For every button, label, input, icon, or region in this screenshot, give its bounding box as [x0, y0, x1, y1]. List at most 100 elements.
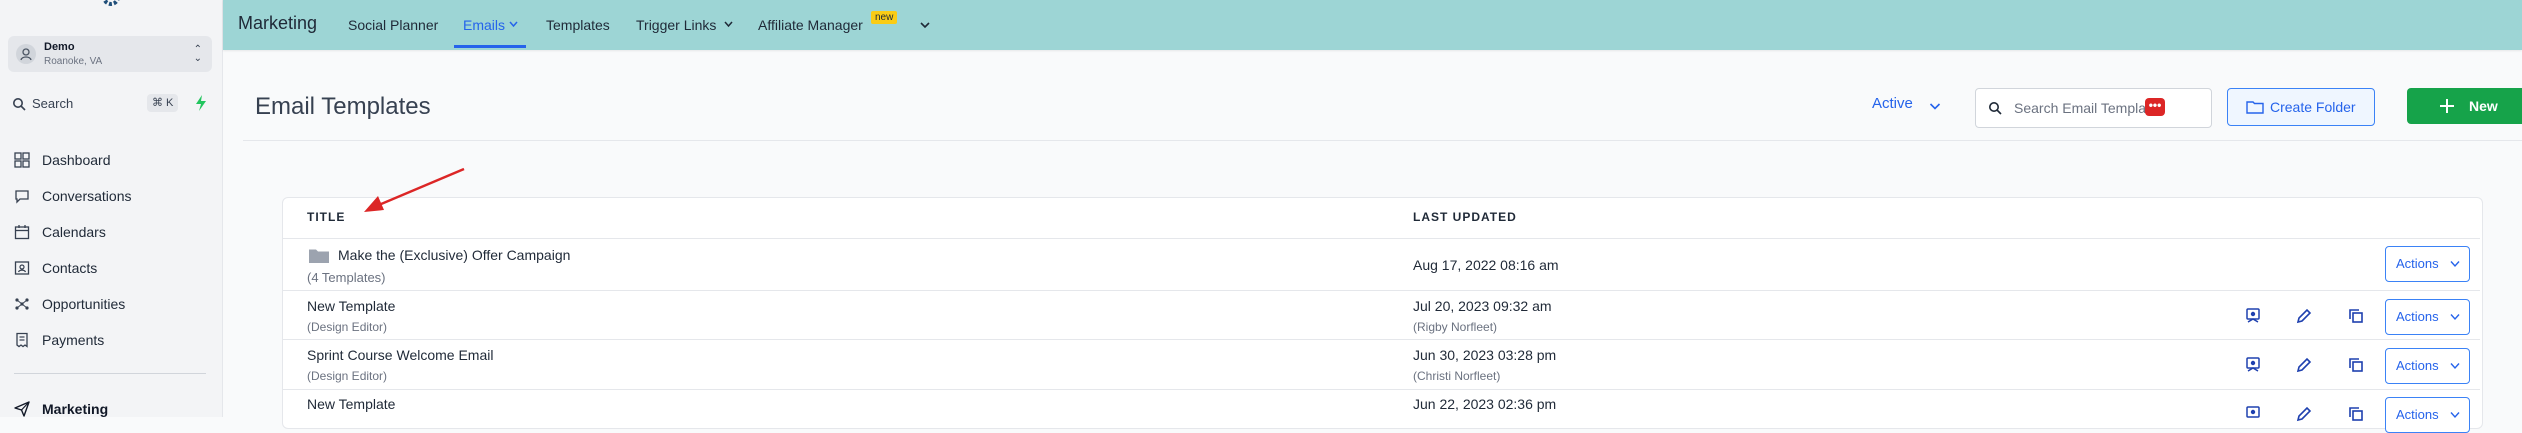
new-template-button[interactable]: New — [2407, 88, 2522, 124]
row-divider — [283, 389, 2480, 390]
sidebar-item-label: Calendars — [42, 224, 106, 240]
tab-emails[interactable]: Emails — [463, 17, 505, 33]
folder-icon — [309, 249, 329, 263]
row-actions-button[interactable]: Actions — [2385, 348, 2470, 384]
tab-social-planner[interactable]: Social Planner — [348, 17, 438, 33]
row-divider — [283, 238, 2480, 239]
search-input[interactable] — [2012, 99, 2206, 117]
chat-bubble-icon — [15, 190, 29, 204]
sidebar-divider — [14, 373, 206, 374]
user-icon — [20, 48, 32, 61]
gear-icon — [102, 0, 120, 6]
row-updated: Jun 30, 2023 03:28 pm — [1413, 347, 1557, 363]
row-divider — [283, 339, 2480, 340]
chevron-down-icon — [2450, 412, 2460, 419]
sidebar-item-dashboard[interactable]: Dashboard — [14, 149, 214, 171]
tab-affiliate-manager[interactable]: Affiliate Manager — [758, 17, 863, 33]
sidebar-item-contacts[interactable]: Contacts — [14, 257, 214, 279]
search-label: Search — [32, 96, 74, 111]
new-badge: new — [871, 11, 898, 24]
template-search-box[interactable] — [1975, 88, 2212, 128]
actions-label: Actions — [2396, 256, 2439, 271]
sidebar-item-label: Payments — [42, 332, 105, 348]
create-folder-button[interactable]: Create Folder — [2227, 88, 2375, 126]
actions-label: Actions — [2396, 358, 2439, 373]
status-filter-dropdown[interactable]: Active — [1872, 95, 1913, 112]
row-subtitle: (4 Templates) — [307, 270, 386, 285]
row-title[interactable]: New Template — [307, 298, 395, 314]
sidebar-item-label: Conversations — [42, 188, 132, 204]
account-name: Demo — [44, 41, 75, 53]
sidebar-item-conversations[interactable]: Conversations — [14, 185, 214, 207]
new-button-label: New — [2469, 98, 2498, 114]
chevron-down-icon — [2450, 261, 2460, 268]
chevron-up-down-icon: ⌃ ⌄ — [193, 44, 202, 64]
annotation-arrow-icon — [364, 167, 465, 212]
chevron-down-icon[interactable] — [920, 20, 930, 30]
copy-icon[interactable] — [2347, 405, 2365, 423]
page-title: Email Templates — [255, 93, 431, 120]
sidebar-item-label: Opportunities — [42, 296, 126, 312]
sidebar-item-calendars[interactable]: Calendars — [14, 221, 214, 243]
row-divider — [283, 290, 2480, 291]
row-actions-button[interactable]: Actions — [2385, 299, 2470, 335]
tab-templates[interactable]: Templates — [546, 17, 610, 33]
preview-icon[interactable] — [2244, 356, 2262, 374]
create-folder-label: Create Folder — [2270, 99, 2356, 115]
row-updated: Jul 20, 2023 09:32 am — [1413, 298, 1552, 314]
account-switcher[interactable]: Demo Roanoke, VA ⌃ ⌄ — [8, 36, 212, 72]
search-icon — [1989, 102, 2002, 115]
column-header-title[interactable]: TITLE — [307, 210, 345, 224]
chevron-down-icon — [2450, 363, 2460, 370]
avatar — [16, 44, 36, 64]
column-header-last-updated[interactable]: LAST UPDATED — [1413, 210, 1517, 224]
sidebar-item-label: Contacts — [42, 260, 98, 276]
chevron-down-icon[interactable] — [1929, 100, 1941, 112]
calendar-icon — [14, 225, 30, 240]
actions-label: Actions — [2396, 309, 2439, 324]
sidebar-item-opportunities[interactable]: Opportunities — [14, 293, 214, 315]
sidebar-item-payments[interactable]: Payments — [14, 329, 214, 351]
funnel-icon — [15, 298, 29, 310]
sidebar-item-label: Marketing — [42, 401, 109, 417]
row-actions-button[interactable]: Actions — [2385, 397, 2470, 433]
dashboard-icon — [14, 152, 30, 168]
row-title[interactable]: Make the (Exclusive) Offer Campaign — [338, 247, 570, 263]
folder-icon — [2246, 101, 2264, 114]
row-updated-by: (Christi Norfleet) — [1413, 369, 1501, 383]
contact-card-icon — [14, 261, 30, 275]
plus-icon — [2440, 99, 2454, 113]
row-title[interactable]: New Template — [307, 396, 395, 412]
copy-icon[interactable] — [2347, 356, 2365, 374]
templates-table — [282, 197, 2483, 429]
copy-icon[interactable] — [2347, 307, 2365, 325]
search-shortcut: ⌘ K — [147, 94, 179, 112]
lightning-icon[interactable] — [194, 95, 208, 111]
preview-icon[interactable] — [2244, 307, 2262, 325]
chevron-down-icon[interactable] — [724, 21, 733, 28]
preview-icon[interactable] — [2244, 405, 2262, 423]
pencil-icon[interactable] — [2295, 356, 2313, 374]
pencil-icon[interactable] — [2295, 307, 2313, 325]
account-location: Roanoke, VA — [44, 56, 103, 67]
actions-label: Actions — [2396, 407, 2439, 422]
row-updated: Jun 22, 2023 02:36 pm — [1413, 396, 1557, 412]
search-icon — [13, 98, 26, 111]
sidebar-search[interactable]: Search ⌘ K — [10, 94, 210, 114]
tab-trigger-links[interactable]: Trigger Links — [636, 17, 716, 33]
sidebar: Demo Roanoke, VA ⌃ ⌄ Search ⌘ K Dashboard… — [0, 0, 223, 417]
row-updated-by: (Rigby Norfleet) — [1413, 320, 1498, 334]
row-title[interactable]: Sprint Course Welcome Email — [307, 347, 493, 363]
sidebar-item-label: Dashboard — [42, 152, 111, 168]
chevron-down-icon[interactable] — [509, 21, 518, 28]
header-divider — [243, 140, 2522, 141]
more-options-icon[interactable]: ••• — [2145, 98, 2165, 116]
pencil-icon[interactable] — [2295, 405, 2313, 423]
chevron-down-icon — [2450, 314, 2460, 321]
top-nav-bar: Marketing Social Planner Emails Template… — [223, 0, 2522, 50]
row-actions-button[interactable]: Actions — [2385, 246, 2470, 282]
paper-plane-icon — [14, 401, 30, 417]
app-title: Marketing — [238, 13, 318, 33]
active-tab-indicator — [454, 45, 526, 48]
row-subtitle: (Design Editor) — [307, 320, 388, 334]
